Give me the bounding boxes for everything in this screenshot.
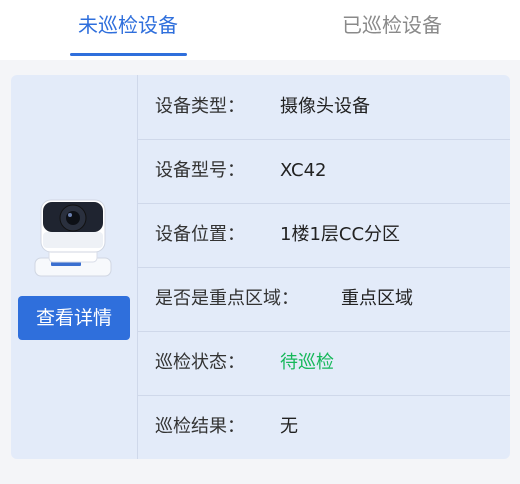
device-model-value: XC42 [280, 160, 327, 181]
patrol-result-value: 无 [280, 416, 298, 437]
row-device-type: 设备类型： 摄像头设备 [138, 75, 510, 140]
device-image-panel: 查看详情 [11, 75, 138, 459]
device-info-list: 设备类型： 摄像头设备 设备型号： XC42 设备位置： 1楼1层CC分区 是否… [138, 75, 510, 459]
row-patrol-result: 巡检结果： 无 [138, 395, 510, 459]
key-area-value: 重点区域 [341, 288, 413, 309]
row-patrol-status: 巡检状态： 待巡检 [138, 331, 510, 396]
device-model-label: 设备型号： [155, 160, 245, 181]
device-card: 查看详情 设备类型： 摄像头设备 设备型号： XC42 设备位置： 1楼1层CC… [11, 75, 510, 459]
tab-patrolled-devices[interactable]: 已巡检设备 [322, 0, 462, 60]
device-location-value: 1楼1层CC分区 [280, 224, 401, 245]
device-type-value: 摄像头设备 [280, 96, 370, 117]
tab-bar: 未巡检设备 已巡检设备 [0, 0, 520, 60]
row-device-location: 设备位置： 1楼1层CC分区 [138, 203, 510, 268]
tab-unpatrolled-devices[interactable]: 未巡检设备 [58, 0, 198, 60]
view-details-button[interactable]: 查看详情 [18, 296, 130, 340]
patrol-result-label: 巡检结果： [155, 416, 245, 437]
row-key-area: 是否是重点区域： 重点区域 [138, 267, 510, 332]
patrol-status-label: 巡检状态： [155, 352, 245, 373]
patrol-status-value: 待巡检 [280, 352, 334, 373]
active-tab-indicator [70, 53, 187, 56]
key-area-label: 是否是重点区域： [155, 288, 299, 309]
device-location-label: 设备位置： [155, 224, 245, 245]
row-device-model: 设备型号： XC42 [138, 139, 510, 204]
device-type-label: 设备类型： [155, 96, 245, 117]
security-camera-icon [31, 188, 115, 280]
